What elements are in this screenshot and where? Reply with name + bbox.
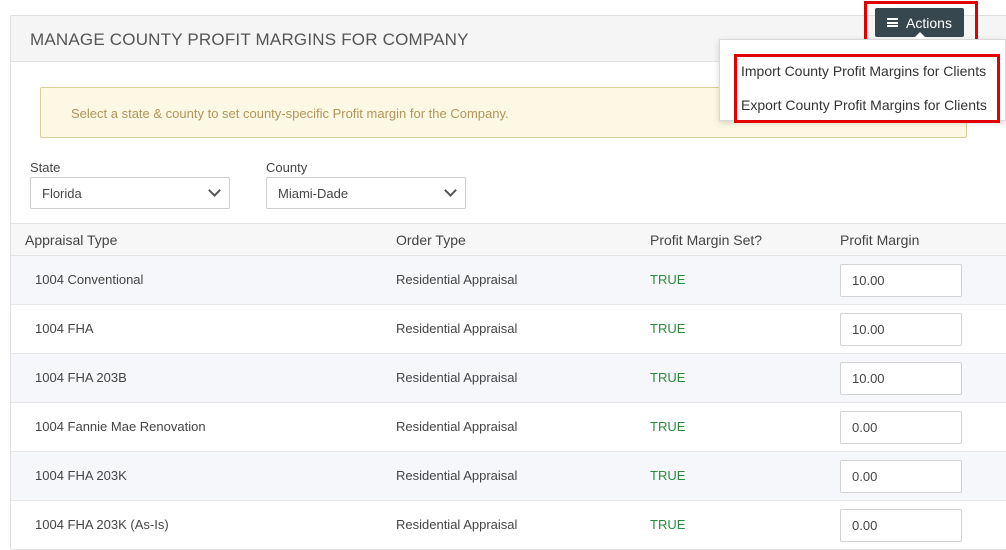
appraisal-type-cell: 1004 Conventional bbox=[35, 272, 144, 287]
margin-set-cell: TRUE bbox=[650, 468, 686, 483]
dropdown-caret bbox=[913, 32, 927, 39]
import-margins-menu-item[interactable]: Import County Profit Margins for Clients bbox=[741, 63, 986, 79]
table-row: 1004 FHA Residential Appraisal TRUE bbox=[11, 305, 1006, 354]
order-type-cell: Residential Appraisal bbox=[396, 517, 518, 532]
order-type-cell: Residential Appraisal bbox=[396, 272, 518, 287]
table-row: 1004 Fannie Mae Renovation Residential Ap… bbox=[11, 403, 1006, 452]
profit-margin-input[interactable] bbox=[840, 509, 962, 542]
actions-label: Actions bbox=[906, 14, 952, 31]
table-row: 1004 FHA 203K Residential Appraisal TRUE bbox=[11, 452, 1006, 501]
alert-text: Select a state & county to set county-sp… bbox=[71, 106, 509, 121]
table-row: 1004 FHA 203K (As-Is) Residential Apprais… bbox=[11, 501, 1006, 550]
appraisal-type-cell: 1004 FHA 203K bbox=[35, 468, 127, 483]
margin-set-cell: TRUE bbox=[650, 272, 686, 287]
profit-margin-input[interactable] bbox=[840, 362, 962, 395]
table-header: Appraisal Type Order Type Profit Margin … bbox=[11, 224, 1006, 256]
table-row: 1004 FHA 203B Residential Appraisal TRUE bbox=[11, 354, 1006, 403]
appraisal-type-cell: 1004 Fannie Mae Renovation bbox=[35, 419, 206, 434]
appraisal-type-cell: 1004 FHA 203K (As-Is) bbox=[35, 517, 169, 532]
profit-margin-input[interactable] bbox=[840, 313, 962, 346]
page-title: MANAGE COUNTY PROFIT MARGINS FOR COMPANY bbox=[30, 30, 469, 49]
appraisal-type-cell: 1004 FHA bbox=[35, 321, 94, 336]
county-value: Miami-Dade bbox=[278, 186, 349, 201]
order-type-cell: Residential Appraisal bbox=[396, 419, 518, 434]
profit-margin-input[interactable] bbox=[840, 264, 962, 297]
col-profit-margin: Profit Margin bbox=[840, 232, 920, 248]
county-select[interactable]: Miami-Dade bbox=[266, 177, 466, 209]
state-label: State bbox=[30, 160, 61, 175]
state-select[interactable]: Florida bbox=[30, 177, 230, 209]
col-profit-margin-set: Profit Margin Set? bbox=[650, 232, 763, 248]
profit-margin-table: Appraisal Type Order Type Profit Margin … bbox=[11, 223, 1006, 550]
chevron-down-icon bbox=[208, 184, 221, 197]
margin-set-cell: TRUE bbox=[650, 321, 686, 336]
chevron-down-icon bbox=[444, 184, 457, 197]
order-type-cell: Residential Appraisal bbox=[396, 370, 518, 385]
menu-icon bbox=[887, 18, 899, 27]
margin-set-cell: TRUE bbox=[650, 517, 686, 532]
col-appraisal-type: Appraisal Type bbox=[25, 232, 118, 248]
table-row: 1004 Conventional Residential Appraisal TR… bbox=[11, 256, 1006, 305]
margin-set-cell: TRUE bbox=[650, 370, 686, 385]
appraisal-type-cell: 1004 FHA 203B bbox=[35, 370, 127, 385]
margin-set-cell: TRUE bbox=[650, 419, 686, 434]
profit-margin-input[interactable] bbox=[840, 411, 962, 444]
county-label: County bbox=[266, 160, 308, 175]
profit-margin-input[interactable] bbox=[840, 460, 962, 493]
state-value: Florida bbox=[42, 186, 82, 201]
order-type-cell: Residential Appraisal bbox=[396, 468, 518, 483]
export-margins-menu-item[interactable]: Export County Profit Margins for Clients bbox=[741, 97, 987, 113]
col-order-type: Order Type bbox=[396, 232, 466, 248]
order-type-cell: Residential Appraisal bbox=[396, 321, 518, 336]
actions-dropdown: Import County Profit Margins for Clients… bbox=[719, 39, 1006, 121]
